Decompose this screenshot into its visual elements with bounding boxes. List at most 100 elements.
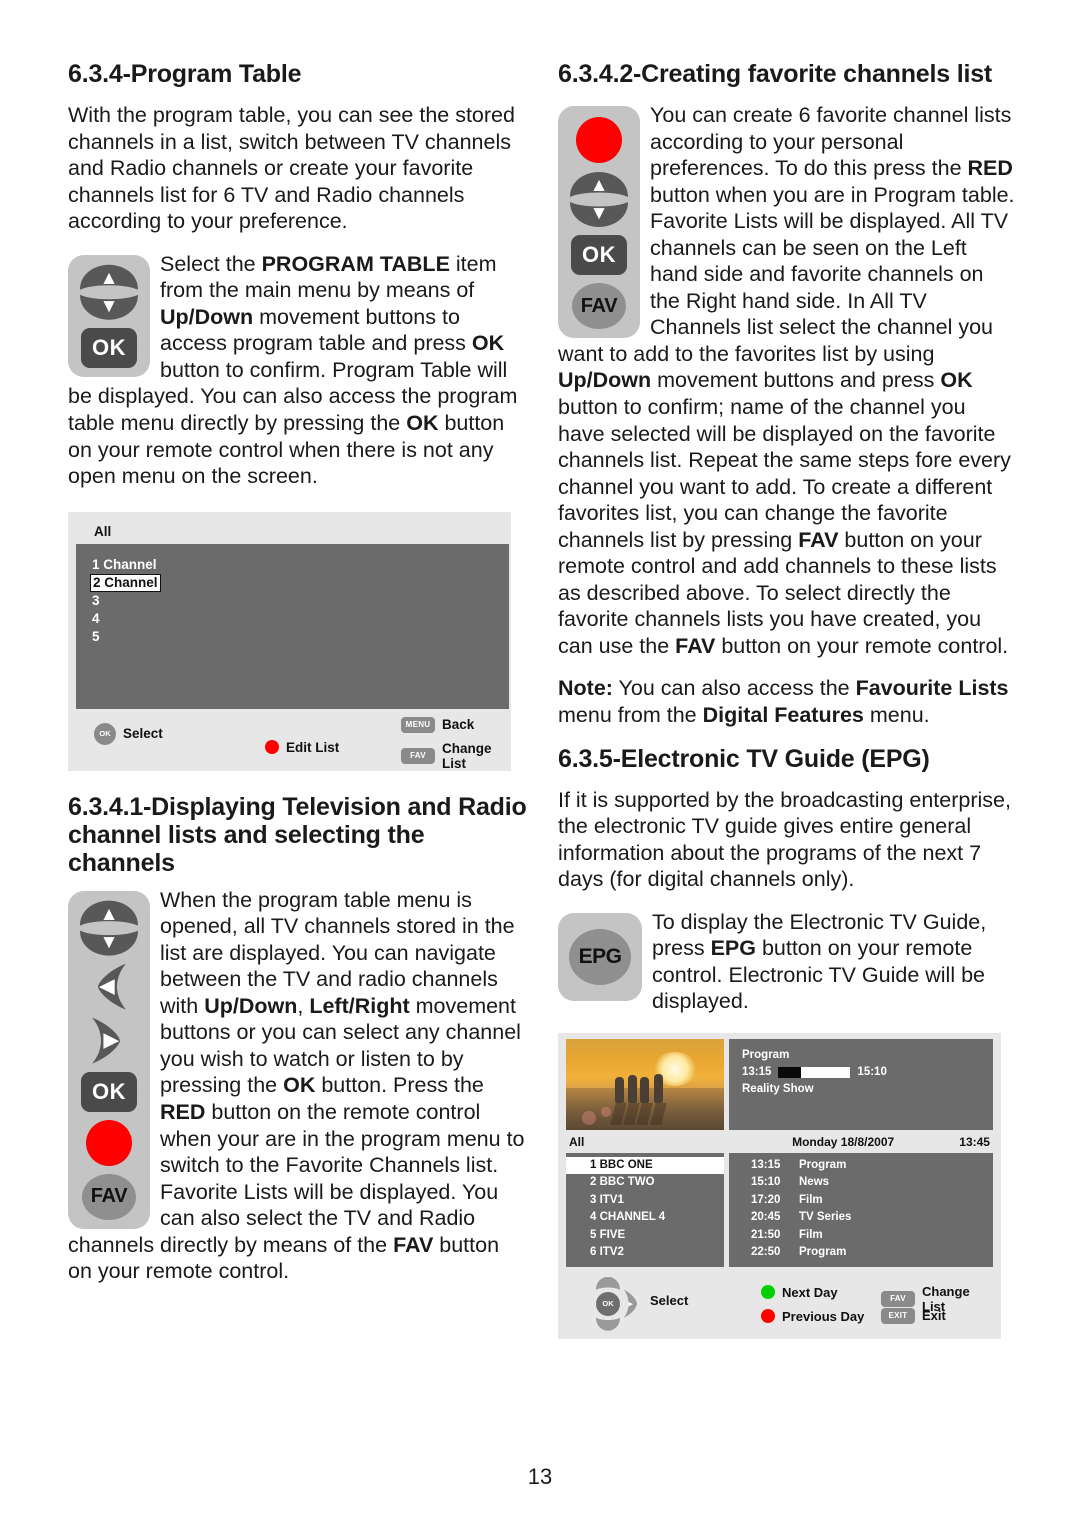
osd-list-title: All — [94, 523, 112, 539]
hint-select: Select — [650, 1293, 688, 1308]
dpad-icon: ▶ OK — [584, 1279, 636, 1329]
osd-channel-row: 3 — [92, 592, 100, 608]
lens-flare — [600, 1107, 611, 1118]
epg-clock: 13:45 — [959, 1134, 990, 1149]
red-dot-icon — [265, 740, 279, 755]
up-arrow-button-icon: ▲ — [76, 900, 142, 928]
dpad-up-icon — [594, 1277, 622, 1293]
epg-osd-screenshot: Program 13:15 15:10 Reality Show All Mon… — [558, 1032, 1001, 1339]
txt-b5: FAV — [675, 633, 716, 658]
epg-program-time: 17:20 — [751, 1193, 781, 1206]
silhouette-figure — [614, 1076, 624, 1103]
txt-p3: menu. — [863, 703, 930, 728]
epg-program-title: TV Series — [799, 1211, 852, 1224]
left-arrow-button-icon: ◀ — [86, 962, 132, 1012]
txt-p1: You can create 6 favorite channel lists … — [650, 103, 1012, 181]
hint-next-day-label: Next Day — [782, 1284, 838, 1300]
osd-channel-row: 5 — [92, 628, 100, 644]
section-6-3-5-intro: If it is supported by the broadcasting e… — [558, 787, 1011, 892]
ok-button-icon: OK — [81, 1071, 137, 1112]
txt-b2: Favourite Lists — [855, 676, 1009, 701]
epg-program-item: 21:50 Film — [729, 1227, 993, 1244]
epg-program-item: 17:20 Film — [729, 1192, 993, 1209]
txt-b4: RED — [160, 1100, 206, 1125]
down-arrow-button-icon: ▼ — [76, 929, 142, 958]
epg-program-title: News — [799, 1176, 830, 1189]
epg-genre: Reality Show — [742, 1083, 814, 1096]
txt-b3: OK — [940, 368, 973, 393]
epg-date-row: All Monday 18/8/2007 13:45 — [566, 1130, 993, 1153]
epg-program-item: 15:10 News — [729, 1174, 993, 1191]
txt-p6: button on your remote control. — [715, 633, 1009, 658]
epg-preview-area: Program 13:15 15:10 Reality Show — [566, 1038, 993, 1130]
epg-channel-item: 2 BBC TWO — [590, 1176, 655, 1189]
ok-key-icon: OK — [94, 722, 116, 745]
epg-program-item: 22:50 Program — [729, 1244, 993, 1261]
txt-b1: Up/Down — [204, 993, 298, 1018]
epg-date: Monday 18/8/2007 — [792, 1134, 895, 1149]
osd-footer-hints: OK Select Edit List MENU Back FAV Change… — [68, 709, 511, 771]
txt-b5: FAV — [393, 1232, 434, 1257]
fav-button-icon: FAV — [82, 1173, 136, 1220]
remote-illustration-fav: ▲ ▼ OK FAV You can create 6 favorite cha… — [558, 102, 1018, 659]
hint-previous-day-label: Previous Day — [782, 1308, 865, 1324]
dpad-ok-icon: OK — [596, 1291, 620, 1316]
txt-b3: Digital Features — [702, 703, 864, 728]
note-label: Note: — [558, 676, 613, 701]
down-arrow-button-icon: ▼ — [566, 200, 632, 229]
epg-channel-item: 4 CHANNEL 4 — [590, 1211, 666, 1224]
epg-program-item: 20:45 TV Series — [729, 1209, 993, 1226]
silhouette-figure — [640, 1076, 650, 1103]
epg-program-time: 15:10 — [751, 1176, 781, 1189]
fav-button-icon: FAV — [572, 283, 626, 329]
left-column: 6.3.4-Program Table With the program tab… — [68, 60, 528, 1285]
remote-illustration-epg: EPG To display the Electronic TV Guide, … — [558, 909, 1018, 1015]
section-heading-6-3-4-2: 6.3.4.2-Creating favorite channels list — [558, 60, 993, 88]
right-column: 6.3.4.2-Creating favorite channels list … — [558, 60, 1018, 1339]
fav-key-icon: FAV — [401, 747, 435, 764]
txt-b2: Up/Down — [160, 304, 254, 329]
section-6-3-4-intro: With the program table, you can see the … — [68, 103, 515, 234]
txt-b2: Left/Right — [309, 993, 410, 1018]
epg-program-info: Program 13:15 15:10 Reality Show — [729, 1038, 993, 1130]
hint-back: MENU Back — [401, 716, 474, 733]
remote-illustration-full: ▲ ▼ ◀ ▶ OK FAV When the program table me… — [68, 887, 528, 1285]
right-arrow-button-icon: ▶ — [86, 1016, 132, 1066]
epg-button-icon: EPG — [569, 928, 631, 985]
section-heading-6-3-4-1: 6.3.4.1-Displaying Television and Radio … — [68, 792, 527, 877]
epg-channel-item-selected: 1 BBC ONE — [566, 1156, 724, 1175]
hint-select: OK Select — [94, 722, 163, 745]
txt-b2: Up/Down — [558, 368, 652, 393]
epg-channel-item: 6 ITV2 — [590, 1246, 624, 1259]
ok-button-icon: OK — [81, 327, 137, 368]
epg-program-time: 21:50 — [751, 1228, 781, 1241]
txt-b3: OK — [471, 331, 505, 356]
hint-edit-list: Edit List — [265, 740, 339, 755]
epg-end-time: 15:10 — [857, 1066, 887, 1079]
remote-graphic-fav: ▲ ▼ OK FAV — [558, 106, 640, 338]
hint-select-label: Select — [123, 726, 163, 742]
txt-b3: OK — [283, 1073, 316, 1098]
epg-start-time: 13:15 — [742, 1066, 772, 1079]
up-arrow-button-icon: ▲ — [566, 171, 632, 199]
txt-p4: button. Press the — [315, 1073, 484, 1098]
section-heading-6-3-4: 6.3.4-Program Table — [68, 60, 302, 88]
down-arrow-button-icon: ▼ — [76, 293, 142, 322]
epg-all-label: All — [569, 1134, 585, 1149]
osd-channel-row-selected: 2 Channel — [90, 573, 161, 592]
txt-b4: OK — [406, 411, 439, 436]
manual-page: 6.3.4-Program Table With the program tab… — [0, 0, 1080, 1532]
remote-illustration-updown-ok: ▲ ▼ OK Select the PROGRAM TABLE item fro… — [68, 251, 528, 506]
fav-key-icon: FAV — [881, 1290, 915, 1307]
hint-previous-day: Previous Day — [761, 1309, 864, 1324]
txt-b4: FAV — [798, 527, 839, 552]
hint-exit-label: Exit — [922, 1308, 946, 1324]
epg-program-item: 13:15 Program — [729, 1157, 993, 1174]
favourite-lists-note: Note: You can also access the Favourite … — [558, 675, 1018, 728]
remote-graphic: ▲ ▼ OK — [68, 254, 150, 377]
hint-edit-list-label: Edit List — [286, 739, 340, 755]
txt-b1: PROGRAM TABLE — [261, 251, 450, 276]
silhouette-figure — [654, 1073, 664, 1103]
menu-key-icon: MENU — [401, 716, 435, 733]
osd-channel-row: 4 — [92, 610, 100, 626]
